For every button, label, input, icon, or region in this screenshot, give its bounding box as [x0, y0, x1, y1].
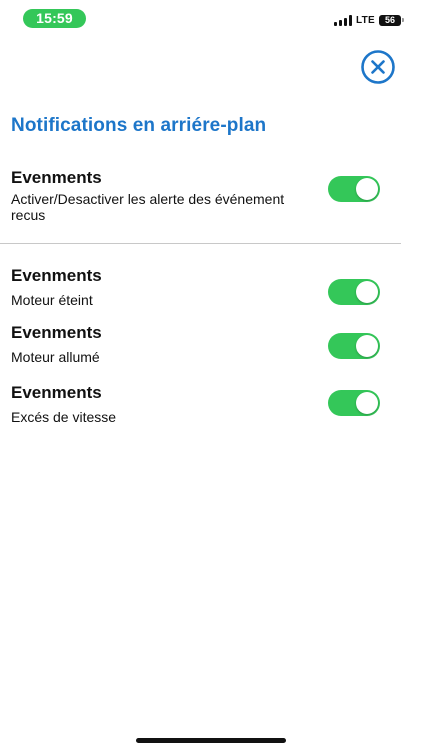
toggle-engine-off[interactable] — [328, 279, 380, 305]
status-bar: 15:59 LTE 56 — [0, 0, 422, 40]
setting-description: Moteur allumé — [11, 349, 100, 365]
toggle-engine-on[interactable] — [328, 333, 380, 359]
toggle-knob — [356, 335, 378, 357]
divider — [0, 243, 401, 244]
close-circle-icon — [361, 50, 395, 84]
toggle-knob — [356, 178, 378, 200]
home-indicator[interactable] — [136, 738, 286, 743]
page-title: Notifications en arriére-plan — [11, 115, 267, 136]
setting-description: Activer/Desactiver les alerte des événem… — [11, 191, 285, 223]
battery-level: 56 — [379, 14, 401, 26]
battery-icon: 56 — [379, 14, 404, 26]
network-type-label: LTE — [355, 14, 375, 26]
toggle-speeding[interactable] — [328, 390, 380, 416]
setting-description: Excés de vitesse — [11, 409, 117, 425]
signal-icon — [333, 14, 352, 26]
status-time: 15:59 — [23, 9, 86, 28]
toggle-knob — [356, 392, 378, 414]
status-indicators: LTE 56 — [333, 13, 404, 27]
close-button[interactable] — [361, 50, 395, 84]
setting-description: Moteur éteint — [11, 292, 93, 308]
toggle-all-events[interactable] — [328, 176, 380, 202]
toggle-knob — [356, 281, 378, 303]
